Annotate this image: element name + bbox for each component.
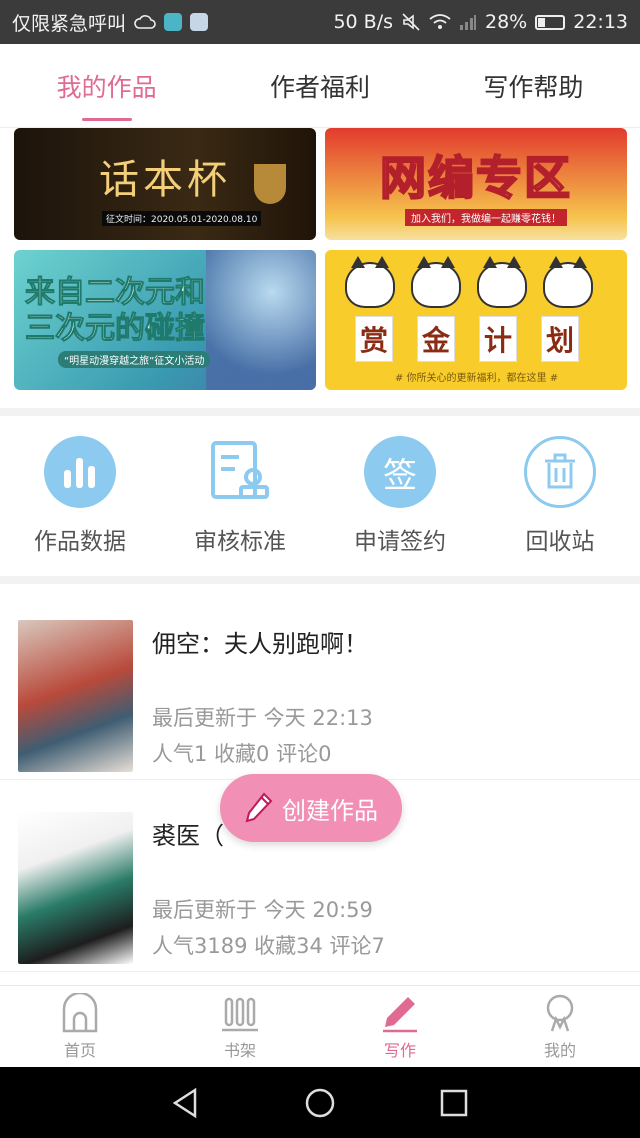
bar-chart-icon: [44, 436, 116, 508]
work-updated: 最后更新于 今天 20:59: [152, 898, 373, 922]
profile-icon: [546, 994, 574, 1031]
tool-work-data[interactable]: 作品数据: [0, 418, 160, 576]
cat-icon: [411, 256, 461, 308]
banner-subtitle: 征文时间：2020.05.01-2020.08.10: [102, 211, 262, 226]
create-work-button[interactable]: 创建作品: [220, 774, 402, 842]
work-cover: [18, 620, 133, 772]
work-updated: 最后更新于 今天 22:13: [152, 706, 373, 730]
cat-icon: [477, 256, 527, 308]
battery-percent: 28%: [485, 11, 528, 33]
banner-title: 话本杯: [99, 157, 231, 203]
banner-char: 赏: [355, 316, 393, 362]
list-item[interactable]: 佣空：夫人别跑啊！ 最后更新于 今天 22:13 人气1 收藏0 评论0: [0, 588, 640, 780]
wifi-icon: [429, 14, 451, 29]
banner-dimension-clash[interactable]: 来自二次元和三次元的碰撞 “明星动漫穿越之旅”征文小活动: [14, 250, 316, 390]
signal-icon: [460, 15, 476, 30]
pencil-icon: [245, 792, 273, 823]
status-left: 仅限紧急呼叫: [12, 9, 209, 36]
mute-icon: [402, 13, 420, 31]
section-divider: [0, 576, 640, 584]
tool-label: 审核标准: [194, 529, 286, 555]
tab-writing-help[interactable]: 写作帮助: [427, 44, 640, 127]
recents-icon[interactable]: [439, 1088, 469, 1118]
home-icon: [62, 992, 98, 1032]
banner-char: 划: [541, 316, 579, 362]
work-stats: 人气3189 收藏34 评论7: [152, 934, 385, 958]
tool-shortcuts: 作品数据 审核标准 签 申请签约 回收站: [0, 418, 640, 576]
sign-icon: 签: [364, 436, 436, 508]
banner-huaben-cup[interactable]: 话本杯 征文时间：2020.05.01-2020.08.10: [14, 128, 316, 240]
tool-label: 回收站: [525, 529, 595, 555]
banner-title-chars: 赏 金 计 划: [355, 316, 579, 362]
battery-icon: [535, 14, 566, 30]
nav-label: 我的: [543, 1040, 576, 1060]
home-circle-icon[interactable]: [304, 1087, 336, 1119]
system-nav-bar: [0, 1067, 640, 1138]
work-title: 佣空：夫人别跑啊！: [152, 630, 368, 658]
tool-label: 作品数据: [34, 529, 126, 555]
anime-character-art: [206, 250, 316, 390]
work-title: 裘医（: [152, 822, 224, 850]
carrier-text: 仅限紧急呼叫: [12, 12, 127, 35]
banner-title: 来自二次元和三次元的碰撞: [25, 275, 206, 347]
battery-fill: [538, 17, 546, 27]
nav-profile[interactable]: 我的: [480, 986, 640, 1067]
sign-glyph: 签: [383, 455, 417, 496]
cat-illustrations: [345, 256, 593, 308]
banner-editor-zone[interactable]: 网编专区 加入我们，我做编一起赚零花钱！: [325, 128, 627, 240]
app-notification-icon: [190, 13, 209, 31]
nav-write[interactable]: 写作: [320, 986, 480, 1067]
work-cover: [18, 812, 133, 964]
banner-subtitle: # 你所关心的更新福利，都在这里 #: [395, 373, 559, 384]
tool-apply-contract[interactable]: 签 申请签约: [320, 418, 480, 576]
nav-home[interactable]: 首页: [0, 986, 160, 1067]
banner-subtitle: 加入我们，我做编一起赚零花钱！: [405, 209, 567, 226]
cat-icon: [345, 256, 395, 308]
banner-title: 网编专区: [379, 150, 572, 206]
banner-bounty-plan[interactable]: 赏 金 计 划 # 你所关心的更新福利，都在这里 #: [325, 250, 627, 390]
tab-author-benefits[interactable]: 作者福利: [213, 44, 426, 127]
cat-icon: [543, 256, 593, 308]
status-right: 50 B/s 28% 22:13: [333, 11, 628, 33]
clock: 22:13: [573, 11, 628, 33]
cloud-icon: [134, 15, 156, 29]
shield-app-icon: [164, 13, 183, 31]
top-tabs: 我的作品 作者福利 写作帮助: [0, 44, 640, 128]
banner-char: 计: [479, 316, 517, 362]
tool-recycle-bin[interactable]: 回收站: [480, 418, 640, 576]
banner-grid: 话本杯 征文时间：2020.05.01-2020.08.10 网编专区 加入我们…: [0, 128, 640, 406]
trophy-icon: [254, 164, 286, 204]
banner-subtitle: “明星动漫穿越之旅”征文小活动: [58, 351, 211, 368]
nav-bookshelf[interactable]: 书架: [160, 986, 320, 1067]
banner-char: 金: [417, 316, 455, 362]
work-stats: 人气1 收藏0 评论0: [152, 742, 332, 766]
bookshelf-icon: [222, 997, 258, 1031]
bottom-nav: 首页 书架 写作 我的: [0, 985, 640, 1067]
section-divider: [0, 408, 640, 416]
nav-label: 首页: [63, 1040, 96, 1060]
trash-icon: [524, 436, 596, 508]
tool-review-standard[interactable]: 审核标准: [160, 418, 320, 576]
nav-label: 写作: [383, 1040, 416, 1060]
pen-icon: [383, 996, 417, 1032]
document-stamp-icon: [204, 436, 276, 508]
net-speed: 50 B/s: [333, 11, 393, 33]
create-work-label: 创建作品: [282, 796, 378, 825]
tool-label: 申请签约: [354, 529, 446, 555]
back-icon[interactable]: [171, 1087, 201, 1119]
status-bar: 仅限紧急呼叫 50 B/s 28% 22:13: [0, 0, 640, 44]
tab-my-works[interactable]: 我的作品: [0, 44, 213, 127]
nav-label: 书架: [223, 1040, 256, 1060]
